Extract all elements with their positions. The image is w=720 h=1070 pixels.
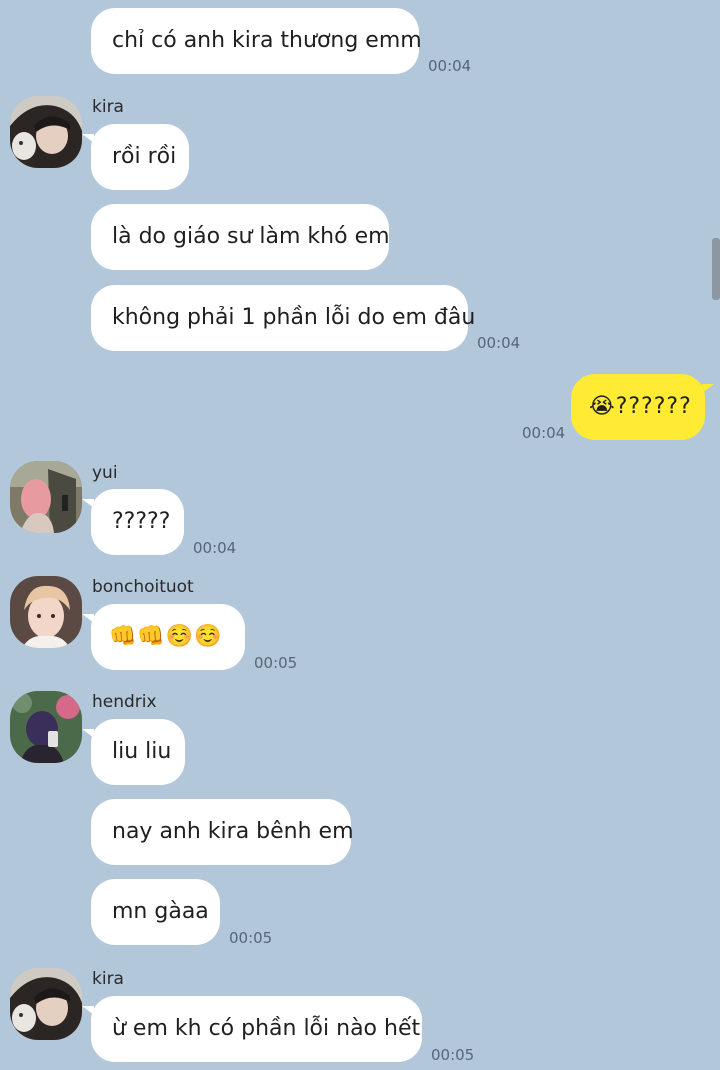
scrollbar-thumb[interactable] bbox=[712, 238, 720, 300]
kira-avatar[interactable] bbox=[10, 968, 82, 1040]
yui-avatar[interactable] bbox=[10, 461, 82, 533]
bonchoituot-avatar[interactable] bbox=[10, 576, 82, 648]
message-time: 00:04 bbox=[193, 539, 237, 557]
message-bubble[interactable]: không phải 1 phần lỗi do em đâu bbox=[91, 285, 475, 351]
sender-name: bonchoituot bbox=[92, 577, 194, 597]
message-time: 00:05 bbox=[229, 929, 273, 947]
message-bubble[interactable]: ????? bbox=[82, 489, 184, 555]
message-text: chỉ có anh kira thương emm bbox=[112, 28, 422, 53]
sender-name: kira bbox=[92, 969, 124, 989]
message-time: 00:04 bbox=[522, 424, 566, 442]
message-text: nay anh kira bênh em bbox=[112, 819, 354, 844]
kira-avatar[interactable] bbox=[10, 96, 82, 168]
message-text: 👊👊☺️☺️ bbox=[109, 624, 223, 649]
my-message-bubble[interactable]: 😭?????? bbox=[571, 374, 714, 440]
message-bubble[interactable]: liu liu bbox=[82, 719, 185, 785]
message-text: ????? bbox=[112, 509, 171, 534]
hendrix-avatar[interactable] bbox=[10, 691, 82, 763]
message-bubble[interactable]: 👊👊☺️☺️ bbox=[82, 604, 245, 670]
message-text: không phải 1 phần lỗi do em đâu bbox=[112, 305, 476, 330]
message-time: 00:05 bbox=[431, 1046, 475, 1064]
message-text: là do giáo sư làm khó em bbox=[112, 224, 390, 249]
message-text: mn gàaa bbox=[112, 899, 209, 924]
message-bubble[interactable]: ừ em kh có phần lỗi nào hết bbox=[82, 996, 422, 1062]
message-bubble[interactable]: rồi rồi bbox=[82, 124, 189, 190]
message-time: 00:04 bbox=[477, 334, 521, 352]
message-text: ừ em kh có phần lỗi nào hết bbox=[112, 1016, 421, 1041]
message-bubble[interactable]: nay anh kira bênh em bbox=[91, 799, 354, 865]
sender-name: yui bbox=[92, 463, 118, 483]
sender-name: kira bbox=[92, 97, 124, 117]
message-bubble[interactable]: mn gàaa bbox=[91, 879, 220, 945]
message-time: 00:04 bbox=[428, 57, 472, 75]
message-bubble[interactable]: là do giáo sư làm khó em bbox=[91, 204, 390, 270]
message-time: 00:05 bbox=[254, 654, 298, 672]
sender-name: hendrix bbox=[92, 692, 157, 712]
message-text: liu liu bbox=[112, 739, 172, 764]
message-text: 😭?????? bbox=[589, 394, 692, 419]
message-bubble[interactable]: chỉ có anh kira thương emm bbox=[91, 8, 422, 74]
message-text: rồi rồi bbox=[112, 144, 177, 169]
